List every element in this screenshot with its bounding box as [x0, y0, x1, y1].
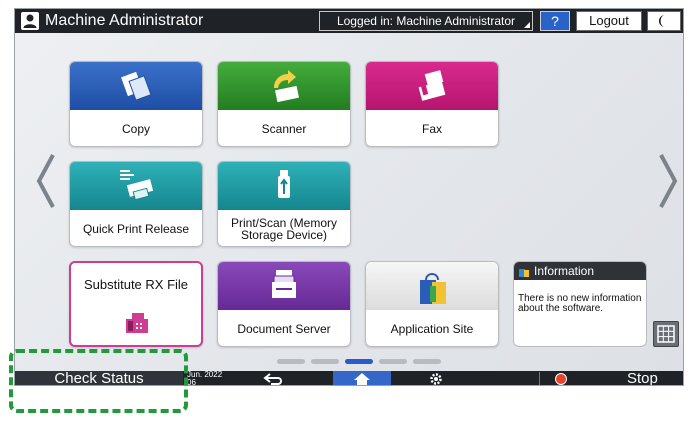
page-dot[interactable] [277, 359, 305, 364]
fax-app-tile[interactable]: Fax [365, 61, 499, 147]
scanner-tile-label: Scanner [261, 122, 307, 136]
page-dot[interactable] [379, 359, 407, 364]
date-line-2: 06 [187, 378, 196, 386]
scanner-icon [274, 70, 300, 103]
shopping-bag-icon [420, 273, 446, 304]
quick-print-release-tile[interactable]: Quick Print Release [69, 161, 203, 247]
back-arrow-icon [263, 373, 282, 385]
information-title: Information [534, 264, 595, 278]
app-list-button[interactable] [653, 321, 679, 347]
home-icon [354, 373, 370, 385]
chevron-right-icon [659, 154, 678, 208]
substitute-rx-file-tile[interactable]: Substitute RX File [69, 261, 203, 347]
page-title: Machine Administrator [45, 12, 204, 29]
login-status-text: Logged in: Machine Administrator [336, 14, 516, 28]
usb-icon [278, 170, 290, 198]
copy-tile-label: Copy [121, 122, 150, 136]
user-icon [21, 12, 39, 30]
date-display: Jun. 2022 06 [187, 371, 222, 386]
stop-icon [555, 373, 567, 385]
application-site-tile[interactable]: Application Site [365, 261, 499, 347]
moon-icon [659, 15, 665, 27]
print-scan-memory-label: Print/Scan (Memory Storage Device) [230, 216, 338, 242]
application-site-label: Application Site [390, 322, 474, 336]
operation-panel-screen: Machine Administrator Logged in: Machine… [14, 8, 684, 386]
information-widget[interactable]: Information There is no new information … [513, 261, 647, 347]
stop-button[interactable]: Stop [539, 370, 683, 386]
information-widget-header: Information [514, 262, 646, 280]
information-bag-icon [519, 269, 529, 277]
corner-triangle-icon [524, 22, 530, 28]
settings-button[interactable] [429, 372, 443, 385]
next-page-arrow[interactable] [655, 149, 681, 213]
print-scan-memory-tile[interactable]: Print/Scan (Memory Storage Device) [217, 161, 351, 247]
previous-page-arrow[interactable] [33, 149, 59, 213]
page-dot-active[interactable] [345, 359, 373, 364]
document-stack-icon [272, 270, 296, 298]
divider [539, 372, 540, 385]
page-dot[interactable] [311, 359, 339, 364]
substitute-rx-file-label: Substitute RX File [83, 277, 189, 292]
logout-button[interactable]: Logout [576, 11, 642, 31]
chevron-left-icon [36, 154, 55, 208]
information-body: There is no new information about the so… [518, 293, 642, 314]
energy-saver-button[interactable] [647, 11, 681, 31]
document-server-tile[interactable]: Document Server [217, 261, 351, 347]
fax-icon [418, 70, 446, 101]
printer-icon [120, 170, 154, 201]
grid-icon [657, 325, 675, 343]
document-server-label: Document Server [237, 322, 331, 336]
home-button[interactable] [333, 371, 391, 385]
stop-label: Stop [627, 370, 658, 386]
fax-tile-label: Fax [421, 122, 442, 136]
copy-app-tile[interactable]: Copy [69, 61, 203, 147]
highlight-callout [9, 349, 188, 413]
fax-machine-icon [126, 313, 148, 333]
copy-icon [121, 71, 152, 101]
gear-icon [430, 373, 442, 385]
login-status[interactable]: Logged in: Machine Administrator [319, 11, 533, 31]
back-button[interactable] [263, 372, 285, 385]
scanner-app-tile[interactable]: Scanner [217, 61, 351, 147]
page-dot[interactable] [413, 359, 441, 364]
header-bar: Machine Administrator Logged in: Machine… [15, 9, 683, 33]
quick-print-release-label: Quick Print Release [82, 222, 190, 236]
help-button[interactable]: ? [540, 11, 570, 31]
